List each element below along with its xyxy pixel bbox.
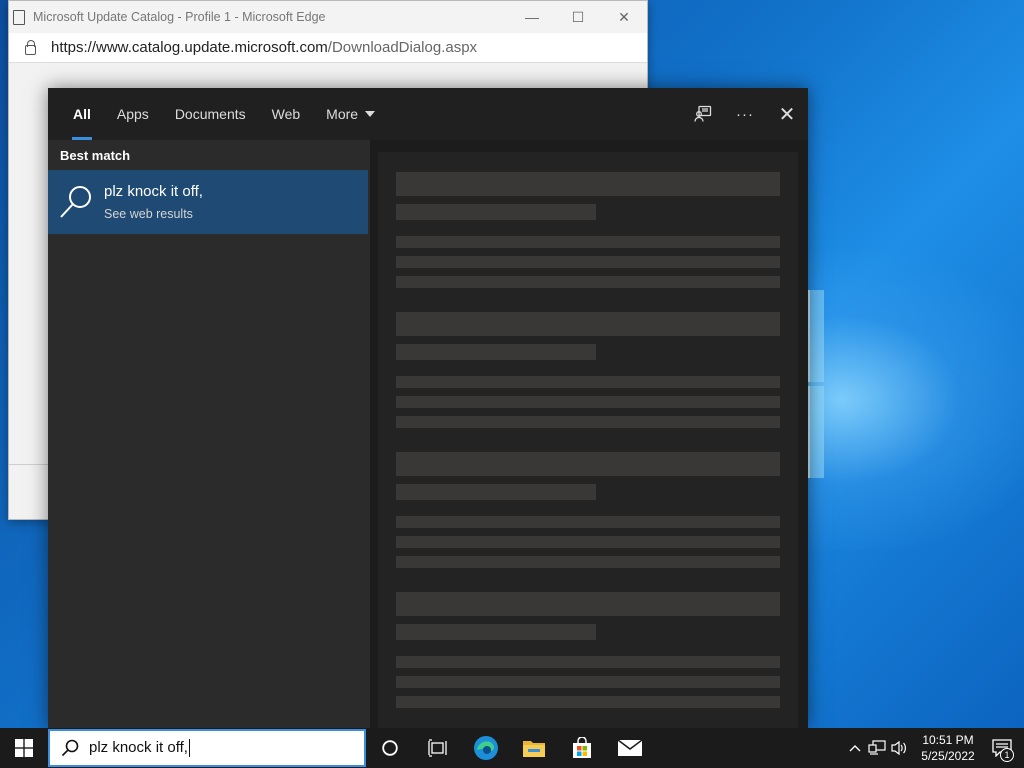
close-icon: ✕ [778,103,796,126]
cortana-icon [382,740,398,756]
skeleton-subheading [396,624,596,640]
skeleton-line [396,396,780,408]
notification-count-badge: 1 [1000,748,1014,762]
network-icon [868,740,886,755]
chevron-down-icon [365,111,376,117]
text-cursor [188,739,190,758]
taskbar-search-box[interactable]: plz knock it off, [48,729,366,767]
skeleton-subheading [396,344,596,360]
network-button[interactable] [866,728,888,768]
tab-label: Web [271,106,301,122]
store-button[interactable] [558,728,606,768]
skeleton-line [396,256,780,268]
edge-taskbar-button[interactable] [462,728,510,768]
section-header: Best match [60,147,131,163]
skeleton-line [396,276,780,288]
more-options-button[interactable]: ··· [724,88,766,140]
wallpaper-logo-glow [790,250,1024,550]
tab-label: Apps [116,106,149,122]
tab-label: Documents [174,106,246,122]
feedback-button[interactable] [682,88,724,140]
skeleton-line [396,656,780,668]
skeleton-heading [396,452,780,476]
chevron-up-icon [849,745,861,752]
loading-preview [378,152,798,728]
edge-titlebar[interactable]: Microsoft Update Catalog - Profile 1 - M… [9,1,647,33]
skeleton-line [396,536,780,548]
skeleton-line [396,416,780,428]
result-title: plz knock it off, [104,183,203,200]
volume-button[interactable] [888,728,910,768]
url-path: /DownloadDialog.aspx [327,39,478,56]
skeleton-subheading [396,484,596,500]
start-button[interactable] [0,728,48,768]
clock-date: 5/25/2022 [921,749,975,763]
skeleton-heading [396,312,780,336]
cortana-button[interactable] [366,728,414,768]
url-field[interactable]: https://www.catalog.update.microsoft.com… [51,39,477,56]
tab-label: All [73,106,91,122]
volume-icon [891,740,906,756]
search-icon [60,186,91,218]
wallpaper-logo-pane [808,386,824,478]
mail-button[interactable] [606,728,654,768]
preview-pane [370,140,808,728]
window-title: Microsoft Update Catalog - Profile 1 - M… [33,10,326,24]
tab-more[interactable]: More [313,88,388,140]
action-center-button[interactable]: 1 [980,728,1024,768]
tab-all[interactable]: All [60,88,104,140]
taskbar: plz knock it off, 10:51 PM 5/25/2022 1 [0,728,1024,768]
page-icon [13,9,25,25]
file-explorer-icon [523,741,545,757]
task-view-icon [428,739,447,757]
system-tray: 10:51 PM 5/25/2022 1 [844,728,1024,768]
skeleton-line [396,696,780,708]
address-bar[interactable]: https://www.catalog.update.microsoft.com… [9,33,647,63]
results-list: Best match plz knock it off, See web res… [48,140,368,728]
tab-label: More [326,106,359,122]
close-button[interactable]: ✕ [601,1,647,33]
wallpaper-logo-pane [808,290,824,382]
search-query-text: plz knock it off, [89,738,188,756]
clock-time: 10:51 PM [922,733,974,747]
edge-icon [474,736,498,760]
clock[interactable]: 10:51 PM 5/25/2022 [916,732,980,764]
result-subtitle: See web results [104,207,193,221]
task-view-button[interactable] [414,728,462,768]
skeleton-heading [396,172,780,196]
show-hidden-icons-button[interactable] [844,728,866,768]
skeleton-line [396,376,780,388]
skeleton-line [396,676,780,688]
search-icon [61,739,79,757]
skeleton-line [396,516,780,528]
search-input[interactable]: plz knock it off, [89,738,190,758]
mail-icon [617,739,643,756]
maximize-button[interactable]: ☐ [555,1,601,33]
best-match-result[interactable]: plz knock it off, See web results [48,170,368,234]
lock-icon [25,39,36,55]
file-explorer-button[interactable] [510,728,558,768]
feedback-icon [694,105,712,122]
search-tabs: All Apps Documents Web More ··· ✕ [48,88,808,140]
skeleton-subheading [396,204,596,220]
skeleton-line [396,236,780,248]
close-panel-button[interactable]: ✕ [766,88,808,140]
store-icon [573,737,591,758]
minimize-button[interactable]: — [509,1,555,33]
windows-logo-icon [15,739,33,757]
search-panel[interactable]: All Apps Documents Web More ··· ✕ Best m… [48,88,808,728]
tab-apps[interactable]: Apps [104,88,162,140]
url-host: https://www.catalog.update.microsoft.com [51,39,328,56]
skeleton-heading [396,592,780,616]
more-options-icon: ··· [736,105,754,123]
tab-web[interactable]: Web [259,88,314,140]
tab-documents[interactable]: Documents [162,88,259,140]
skeleton-line [396,556,780,568]
